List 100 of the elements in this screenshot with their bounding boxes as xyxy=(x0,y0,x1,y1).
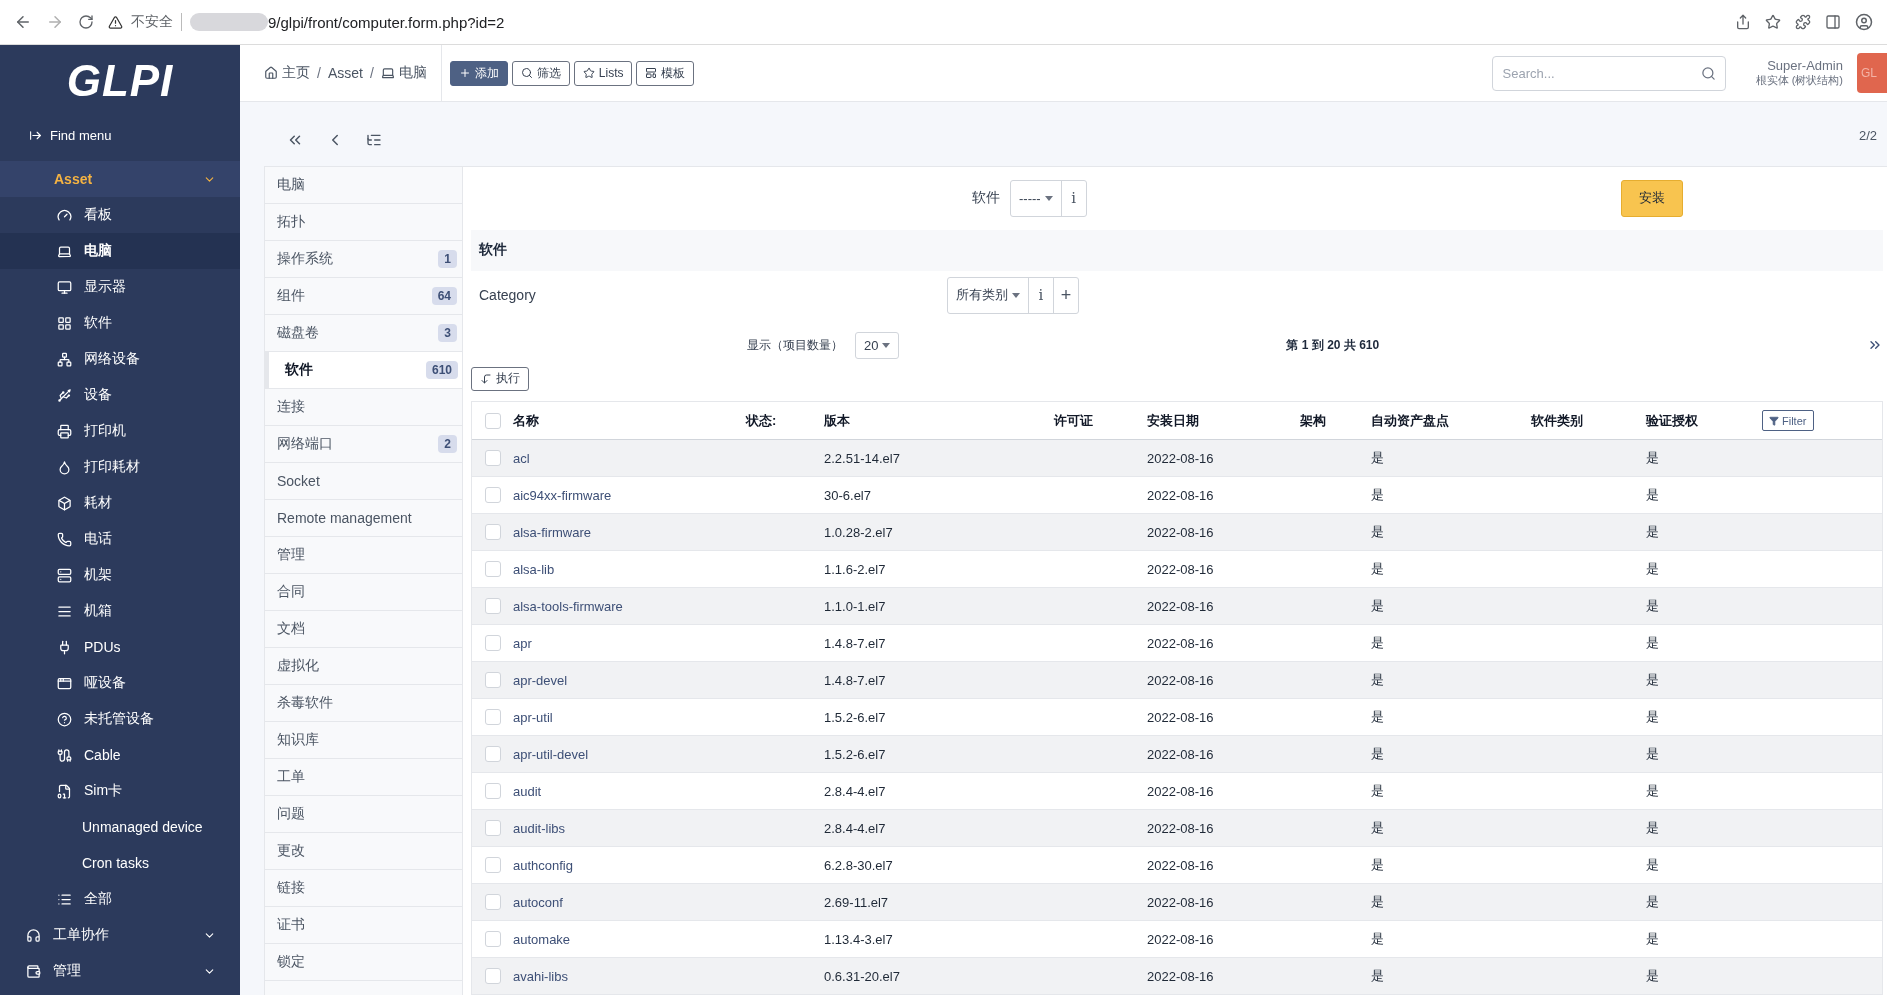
tab[interactable]: 管理 xyxy=(265,537,462,574)
install-button[interactable]: 安装 xyxy=(1621,179,1683,217)
checkbox[interactable] xyxy=(484,894,501,910)
checkbox[interactable] xyxy=(484,820,501,836)
software-link[interactable]: audit xyxy=(513,783,746,799)
tab[interactable]: 证书 xyxy=(265,907,462,944)
star-icon[interactable] xyxy=(1765,14,1781,30)
column-header[interactable]: 软件类别 xyxy=(1531,411,1646,430)
reload-icon[interactable] xyxy=(78,14,94,30)
software-link[interactable]: apr xyxy=(513,635,746,651)
checkbox[interactable] xyxy=(484,524,501,540)
address-url[interactable]: 9/glpi/front/computer.form.php?id=2 xyxy=(268,13,505,31)
checkbox[interactable] xyxy=(484,487,501,503)
tab[interactable]: 锁定 xyxy=(265,944,462,981)
logo[interactable]: GLPI xyxy=(0,45,240,117)
column-header[interactable]: 安装日期 xyxy=(1147,411,1300,430)
tab[interactable]: 合同 xyxy=(265,574,462,611)
section-title: 软件 xyxy=(471,229,1883,271)
toolbar-button[interactable]: 添加 xyxy=(449,60,508,86)
tab[interactable]: 文档 xyxy=(265,611,462,648)
tab[interactable]: Socket xyxy=(265,463,462,500)
toolbar-button[interactable]: 模板 xyxy=(636,60,695,86)
checkbox[interactable] xyxy=(484,746,501,762)
software-link[interactable]: audit-libs xyxy=(513,820,746,836)
software-link[interactable]: acl xyxy=(513,450,746,466)
checkbox[interactable] xyxy=(484,412,501,429)
software-link[interactable]: apr-devel xyxy=(513,672,746,688)
software-link[interactable]: apr-util xyxy=(513,709,746,725)
checkbox[interactable] xyxy=(484,672,501,688)
tab[interactable]: 杀毒软件 xyxy=(265,685,462,722)
profile-icon[interactable] xyxy=(1855,13,1873,31)
page-size-select[interactable]: 20 xyxy=(856,332,899,358)
tab[interactable]: 链接 xyxy=(265,870,462,907)
software-link[interactable]: autoconf xyxy=(513,894,746,910)
tab[interactable]: 连接 xyxy=(265,389,462,426)
column-header[interactable]: 许可证 xyxy=(1054,411,1147,430)
count-badge: 2 xyxy=(438,435,457,453)
tab[interactable]: 软件 610 xyxy=(265,352,462,389)
filter-button[interactable]: Filter xyxy=(1762,410,1814,431)
list-icon[interactable] xyxy=(366,132,382,148)
tab[interactable]: 操作系统 1 xyxy=(265,241,462,278)
column-header[interactable]: 状态: xyxy=(746,411,824,430)
checkbox[interactable] xyxy=(484,968,501,984)
breadcrumb-link[interactable]: Asset xyxy=(327,65,363,81)
menu-section[interactable]: 管理 xyxy=(0,953,240,989)
toolbar-button[interactable]: Lists xyxy=(573,60,633,86)
checkbox[interactable] xyxy=(484,635,501,651)
tab[interactable]: 知识库 xyxy=(265,722,462,759)
tab[interactable]: 工单 xyxy=(265,759,462,796)
tab[interactable]: 电脑 xyxy=(265,167,462,204)
table-cell-text: 是 xyxy=(1646,967,1660,985)
column-header[interactable]: 验证授权 xyxy=(1646,411,1762,430)
tab[interactable]: 问题 xyxy=(265,796,462,833)
column-header[interactable]: 版本 xyxy=(824,411,1054,430)
checkbox[interactable] xyxy=(484,561,501,577)
menu-section[interactable]: 工单协作 xyxy=(0,917,240,953)
find-menu[interactable]: Find menu xyxy=(0,117,240,153)
tab[interactable]: 拓扑 xyxy=(265,204,462,241)
software-link[interactable]: apr-util-devel xyxy=(513,746,746,762)
software-link[interactable]: automake xyxy=(513,931,746,947)
checkbox[interactable] xyxy=(484,709,501,725)
execute-button[interactable]: 执行 xyxy=(471,366,529,391)
table-cell-text: 1.0.28-2.el7 xyxy=(824,524,894,540)
breadcrumb-link[interactable]: 电脑 xyxy=(380,64,427,82)
checkbox[interactable] xyxy=(484,450,501,466)
software-link[interactable]: authconfig xyxy=(513,857,746,873)
checkbox[interactable] xyxy=(484,783,501,799)
toolbar-button[interactable]: 筛选 xyxy=(511,60,570,86)
tab[interactable]: 网络端口 2 xyxy=(265,426,462,463)
puzzle-icon[interactable] xyxy=(1795,14,1811,30)
sidebar-icon[interactable] xyxy=(1825,14,1841,30)
entity-name[interactable]: 根实体 (树状结构) xyxy=(1755,73,1843,88)
user-name[interactable]: Super-Admin xyxy=(1767,58,1843,73)
column-header[interactable]: 自动资产盘点 xyxy=(1371,411,1531,430)
software-link[interactable]: aic94xx-firmware xyxy=(513,487,746,503)
tab[interactable]: 组件 64 xyxy=(265,278,462,315)
table-cell-text: 2022-08-16 xyxy=(1147,709,1215,725)
tab[interactable]: 虚拟化 xyxy=(265,648,462,685)
menu-section[interactable]: Asset xyxy=(0,161,240,197)
software-link[interactable]: alsa-tools-firmware xyxy=(513,598,746,614)
table-cell-text: 2.8.4-4.el7 xyxy=(824,783,887,799)
software-link[interactable]: alsa-lib xyxy=(513,561,746,577)
search-field[interactable]: Search... xyxy=(1491,55,1726,91)
warning-icon xyxy=(108,14,123,30)
forward-icon[interactable] xyxy=(46,13,64,31)
breadcrumb-link[interactable]: 主页 xyxy=(264,64,310,82)
column-header[interactable]: 名称 xyxy=(513,411,746,430)
tab[interactable]: Remote management xyxy=(265,500,462,537)
field-label: Category xyxy=(479,287,537,304)
share-icon[interactable] xyxy=(1735,14,1751,30)
checkbox[interactable] xyxy=(484,598,501,614)
checkbox[interactable] xyxy=(484,931,501,947)
menu-item[interactable]: 电脑 xyxy=(0,233,240,269)
software-link[interactable]: alsa-firmware xyxy=(513,524,746,540)
tab[interactable]: 更改 xyxy=(265,833,462,870)
table-cell-text: 是 xyxy=(1371,708,1385,726)
column-header[interactable]: 架构 xyxy=(1300,411,1371,430)
checkbox[interactable] xyxy=(484,857,501,873)
software-link[interactable]: avahi-libs xyxy=(513,968,746,984)
back-icon[interactable] xyxy=(14,13,32,31)
